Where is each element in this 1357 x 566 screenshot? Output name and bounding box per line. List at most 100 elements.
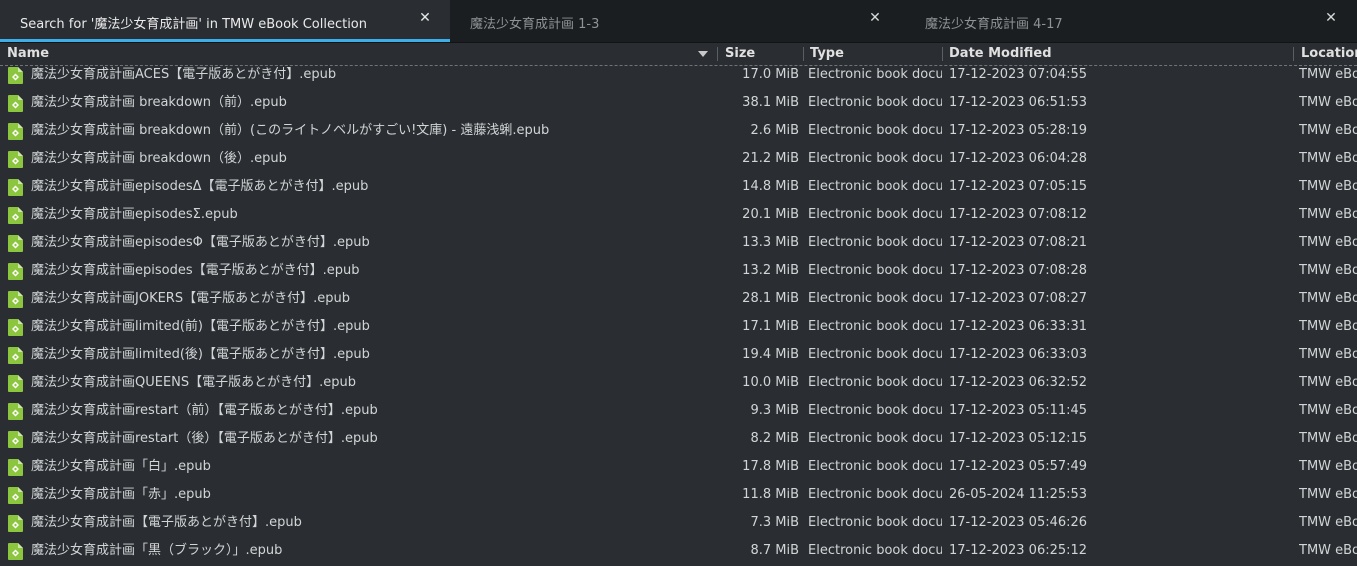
file-type: Electronic book docun <box>808 179 942 194</box>
file-size: 2.6 MiB <box>750 123 799 138</box>
file-date-modified: 17-12-2023 05:28:19 <box>949 123 1088 138</box>
epub-file-icon <box>8 67 23 84</box>
epub-file-icon <box>8 515 23 532</box>
file-row[interactable]: 魔法少女育成計画 breakdown（前）(このライトノベルがすごい!文庫) -… <box>0 117 1357 145</box>
file-size: 8.2 MiB <box>750 431 799 446</box>
file-date-modified: 17-12-2023 07:08:28 <box>949 263 1088 278</box>
file-type: Electronic book docun <box>808 291 942 306</box>
column-header-size-label: Size <box>725 46 756 61</box>
epub-file-icon <box>8 95 23 112</box>
tab-folder-1-3[interactable]: 魔法少女育成計画 1-3 ✕ <box>450 0 901 42</box>
column-header: Name Size Type Date Modified Location <box>0 43 1357 66</box>
file-location: TMW eBo <box>1299 375 1357 390</box>
file-row[interactable]: 魔法少女育成計画restart（前）【電子版あとがき付】.epub 9.3 MiB… <box>0 397 1357 425</box>
epub-file-icon <box>8 235 23 252</box>
file-name: 魔法少女育成計画 breakdown（後）.epub <box>31 151 287 166</box>
column-header-date[interactable]: Date Modified <box>942 43 1294 65</box>
file-list[interactable]: 魔法少女育成計画ACES【電子版あとがき付】.epub 17.0 MiB Elect… <box>0 66 1357 566</box>
file-row[interactable]: 魔法少女育成計画JOKERS【電子版あとがき付】.epub 28.1 MiB Ele… <box>0 285 1357 313</box>
file-location: TMW eBo <box>1299 207 1357 222</box>
file-name: 魔法少女育成計画 breakdown（前）.epub <box>31 95 287 110</box>
file-name: 魔法少女育成計画episodes【電子版あとがき付】.epub <box>31 263 360 278</box>
file-row[interactable]: 魔法少女育成計画【電子版あとがき付】.epub 7.3 MiB Electronic… <box>0 509 1357 537</box>
tab-label: 魔法少女育成計画 1-3 <box>470 17 600 32</box>
file-size: 9.3 MiB <box>750 403 799 418</box>
tab-folder-4-17[interactable]: 魔法少女育成計画 4-17 ✕ <box>901 0 1357 42</box>
file-date-modified: 17-12-2023 07:08:21 <box>949 235 1088 250</box>
file-row[interactable]: 魔法少女育成計画QUEENS【電子版あとがき付】.epub 10.0 MiB Ele… <box>0 369 1357 397</box>
file-row[interactable]: 魔法少女育成計画episodes【電子版あとがき付】.epub 13.2 MiB E… <box>0 257 1357 285</box>
file-date-modified: 17-12-2023 06:32:52 <box>949 375 1088 390</box>
column-header-name-label: Name <box>7 46 50 61</box>
column-header-location[interactable]: Location <box>1294 43 1357 65</box>
tab-search-results[interactable]: Search for '魔法少女育成計画' in TMW eBook Colle… <box>0 0 450 42</box>
file-row[interactable]: 魔法少女育成計画episodesΣ.epub 20.1 MiB Electronic… <box>0 201 1357 229</box>
epub-file-icon <box>8 291 23 308</box>
file-name: 魔法少女育成計画「黒（ブラック）」.epub <box>31 543 283 558</box>
file-location: TMW eBo <box>1299 319 1357 334</box>
epub-file-icon <box>8 375 23 392</box>
column-header-location-label: Location <box>1301 46 1357 61</box>
file-type: Electronic book docun <box>808 375 942 390</box>
file-row[interactable]: 魔法少女育成計画episodesΔ【電子版あとがき付】.epub 14.8 MiB… <box>0 173 1357 201</box>
file-location: TMW eBo <box>1299 291 1357 306</box>
file-row[interactable]: 魔法少女育成計画restart（後）【電子版あとがき付】.epub 8.2 MiB… <box>0 425 1357 453</box>
file-date-modified: 26-05-2024 11:25:53 <box>949 487 1088 502</box>
file-name: 魔法少女育成計画restart（後）【電子版あとがき付】.epub <box>31 431 378 446</box>
file-row[interactable]: 魔法少女育成計画episodesΦ【電子版あとがき付】.epub 13.3 MiB… <box>0 229 1357 257</box>
file-type: Electronic book docun <box>808 431 942 446</box>
close-icon[interactable]: ✕ <box>1324 11 1338 25</box>
file-row[interactable]: 魔法少女育成計画ACES【電子版あとがき付】.epub 17.0 MiB Elect… <box>0 66 1357 89</box>
file-location: TMW eBo <box>1299 347 1357 362</box>
file-size: 13.3 MiB <box>742 235 799 250</box>
file-size: 17.0 MiB <box>742 67 799 82</box>
file-size: 10.0 MiB <box>742 375 799 390</box>
close-icon[interactable]: ✕ <box>418 11 432 25</box>
file-date-modified: 17-12-2023 07:08:27 <box>949 291 1088 306</box>
file-type: Electronic book docun <box>808 207 942 222</box>
file-date-modified: 17-12-2023 07:05:15 <box>949 179 1088 194</box>
file-name: 魔法少女育成計画episodesΦ【電子版あとがき付】.epub <box>31 235 370 250</box>
file-row[interactable]: 魔法少女育成計画「黒（ブラック）」.epub 8.7 MiB Electronic … <box>0 537 1357 565</box>
sort-descending-icon <box>698 51 708 57</box>
column-header-type[interactable]: Type <box>803 43 943 65</box>
file-row[interactable]: 魔法少女育成計画 breakdown（前）.epub 38.1 MiB Electr… <box>0 89 1357 117</box>
file-size: 38.1 MiB <box>742 95 799 110</box>
epub-file-icon <box>8 459 23 476</box>
file-size: 17.8 MiB <box>742 459 799 474</box>
file-row[interactable]: 魔法少女育成計画「赤」.epub 11.8 MiB Electronic book … <box>0 481 1357 509</box>
file-location: TMW eBo <box>1299 123 1357 138</box>
file-row[interactable]: 魔法少女育成計画limited(前)【電子版あとがき付】.epub 17.1 Mi… <box>0 313 1357 341</box>
epub-file-icon <box>8 319 23 336</box>
file-location: TMW eBo <box>1299 235 1357 250</box>
file-location: TMW eBo <box>1299 179 1357 194</box>
epub-file-icon <box>8 543 23 560</box>
file-row[interactable]: 魔法少女育成計画「白」.epub 17.8 MiB Electronic book … <box>0 453 1357 481</box>
file-type: Electronic book docun <box>808 123 942 138</box>
file-name: 魔法少女育成計画JOKERS【電子版あとがき付】.epub <box>31 291 350 306</box>
file-name: 魔法少女育成計画「白」.epub <box>31 459 211 474</box>
column-header-name[interactable]: Name <box>0 43 718 65</box>
file-row[interactable]: 魔法少女育成計画limited(後)【電子版あとがき付】.epub 19.4 Mi… <box>0 341 1357 369</box>
file-size: 7.3 MiB <box>750 515 799 530</box>
file-type: Electronic book docun <box>808 319 942 334</box>
file-location: TMW eBo <box>1299 263 1357 278</box>
file-name: 魔法少女育成計画episodesΔ【電子版あとがき付】.epub <box>31 179 369 194</box>
file-type: Electronic book docun <box>808 487 942 502</box>
tab-bar: Search for '魔法少女育成計画' in TMW eBook Colle… <box>0 0 1357 43</box>
file-type: Electronic book docun <box>808 515 942 530</box>
file-type: Electronic book docun <box>808 67 942 82</box>
file-type: Electronic book docun <box>808 459 942 474</box>
epub-file-icon <box>8 263 23 280</box>
file-row[interactable]: 魔法少女育成計画 breakdown（後）.epub 21.2 MiB Electr… <box>0 145 1357 173</box>
file-location: TMW eBo <box>1299 459 1357 474</box>
close-icon[interactable]: ✕ <box>868 11 882 25</box>
file-date-modified: 17-12-2023 05:57:49 <box>949 459 1088 474</box>
file-location: TMW eBo <box>1299 95 1357 110</box>
file-location: TMW eBo <box>1299 67 1357 82</box>
file-size: 11.8 MiB <box>742 487 799 502</box>
epub-file-icon <box>8 207 23 224</box>
file-type: Electronic book docun <box>808 403 942 418</box>
file-name: 魔法少女育成計画QUEENS【電子版あとがき付】.epub <box>31 375 357 390</box>
column-header-size[interactable]: Size <box>718 43 804 65</box>
